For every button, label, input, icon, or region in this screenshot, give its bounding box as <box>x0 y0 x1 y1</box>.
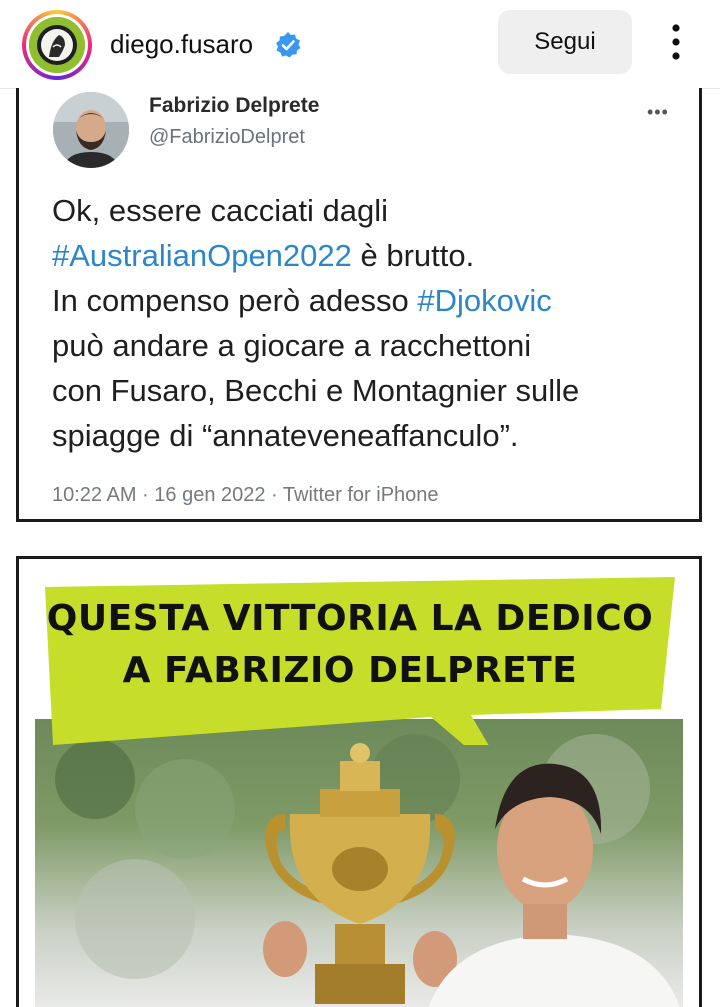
tweet-text: Ok, essere cacciati dagli #AustralianOpe… <box>52 188 692 458</box>
tweet-text-line: #AustralianOpen2022 è brutto. <box>52 238 475 273</box>
tweet-text-line: con Fusaro, Becchi e Montagnier sulle <box>52 373 580 408</box>
tweet-author-avatar <box>53 92 129 168</box>
hashtag-australianopen2022: #AustralianOpen2022 <box>52 238 352 273</box>
speech-bubble-text: QUESTA VITTORIA LA DEDICO A FABRIZIO DEL… <box>46 598 654 691</box>
profile-avatar[interactable] <box>22 10 92 80</box>
djokovic-trophy-photo <box>35 719 683 1007</box>
post-header: diego.fusaro Segui <box>0 0 720 89</box>
verified-badge-icon <box>276 32 301 58</box>
tweet-card: Fabrizio Delprete @FabrizioDelpret ••• O… <box>16 88 702 522</box>
more-vertical-icon[interactable] <box>666 22 686 62</box>
tweet-more-icon: ••• <box>647 102 669 122</box>
tweet-text-line: spiagge di “annateveneaffanculo”. <box>52 418 519 453</box>
meme-image: QUESTA VITTORIA LA DEDICO A FABRIZIO DEL… <box>16 556 702 1007</box>
tweet-text-line: In compenso però adesso #Djokovic <box>52 283 552 318</box>
tweet-author-handle: @FabrizioDelpret <box>149 126 305 148</box>
hashtag-djokovic: #Djokovic <box>417 283 552 318</box>
tweet-text-line: Ok, essere cacciati dagli <box>52 193 388 228</box>
username[interactable]: diego.fusaro <box>110 29 253 60</box>
tweet-author-name: Fabrizio Delprete <box>149 94 320 117</box>
tweet-text-line: può andare a giocare a racchettoni <box>52 328 532 363</box>
tweet-meta: 10:22 AM · 16 gen 2022 · Twitter for iPh… <box>52 484 439 506</box>
follow-button[interactable]: Segui <box>498 10 632 74</box>
